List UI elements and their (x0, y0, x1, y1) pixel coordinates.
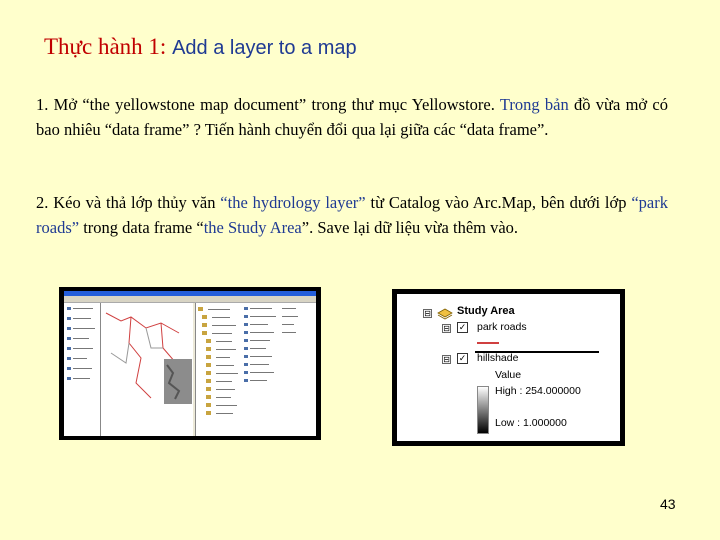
park-roads-collapse-icon[interactable]: ⊟ (442, 324, 451, 333)
study-area-label[interactable]: Study Area (457, 305, 515, 317)
arcmap-toolbar (64, 296, 316, 303)
arcmap-catalog-panel (195, 303, 316, 436)
paragraph-2: 2. Kéo và thả lớp thủy văn “the hydrolog… (36, 191, 668, 240)
p2-text-c: từ Catalog vào Arc.Map, bên dưới lớp (365, 193, 632, 212)
title-part2: Add a layer to a map (172, 37, 357, 59)
p2-text-g: ”. Save lại dữ liệu vừa thêm vào. (301, 217, 519, 237)
layers-icon (437, 307, 453, 325)
study-area-collapse-icon[interactable]: ⊟ (423, 309, 432, 318)
p1-highlight: Trong bản (499, 95, 569, 114)
toc-screenshot: ⊟ Study Area ⊟ ✓ park roads ⊟ ✓ hillshad… (392, 289, 625, 446)
hillshade-checkbox[interactable]: ✓ (457, 353, 468, 364)
park-roads-symbol (477, 342, 499, 344)
hillshade-collapse-icon[interactable]: ⊟ (442, 355, 451, 364)
hillshade-color-ramp (477, 386, 489, 434)
high-value: High : 254.000000 (495, 385, 581, 397)
arcmap-toc-panel (64, 303, 101, 436)
catalog-list-graphic (198, 307, 298, 415)
title-part1: Thực hành 1: (44, 34, 167, 59)
low-value: Low : 1.000000 (495, 417, 567, 429)
p2-text-a: 2. Kéo và thả lớp thủy văn (36, 193, 221, 212)
page-number: 43 (660, 496, 676, 512)
p2-text-e: trong data frame “ (79, 217, 204, 237)
arcmap-map-view (101, 303, 193, 436)
slide-title: Thực hành 1: Add a layer to a map (44, 34, 357, 60)
map-lines-graphic (105, 312, 192, 404)
toc-tree-graphic (67, 307, 95, 380)
p1-text-a: 1. Mở “the yellowstone map document” tro… (36, 95, 500, 114)
paragraph-1: 1. Mở “the yellowstone map document” tro… (36, 93, 668, 142)
hillshade-label[interactable]: hillshade (477, 352, 518, 364)
park-roads-checkbox[interactable]: ✓ (457, 322, 468, 333)
park-roads-label[interactable]: park roads (477, 321, 527, 333)
arcmap-screenshot (59, 287, 321, 440)
p2-study-area: the Study Area (203, 217, 302, 237)
p2-hydrology: “the hydrology layer” (220, 193, 366, 212)
value-label: Value (495, 369, 522, 381)
